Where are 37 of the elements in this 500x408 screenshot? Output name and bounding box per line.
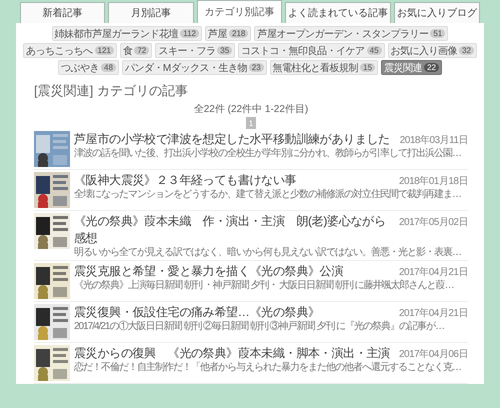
- category-tag[interactable]: つぶやき 48: [58, 60, 119, 75]
- category-tag[interactable]: 姉妹都市芦屋ガーランド花壇 112: [52, 26, 202, 41]
- article-date: 2018年03月11日: [400, 134, 468, 147]
- category-tab[interactable]: 月別記事: [108, 2, 194, 23]
- category-tag[interactable]: 芦屋オープンガーデン・スタンプラリー 51: [254, 26, 448, 41]
- category-tag[interactable]: パンダ・Mダックス・生き物 23: [122, 60, 267, 75]
- category-tag[interactable]: 無電柱化と看板規制 15: [270, 60, 378, 75]
- article-title[interactable]: 《阪神大震災》２３年経っても書けない事: [74, 172, 296, 189]
- category-tab[interactable]: よく読まれている記事: [284, 2, 391, 23]
- article-title[interactable]: 《光の祭典》葭本未織 作・演出・主演 朗(老)婆心ながら感想: [74, 213, 395, 247]
- article-excerpt: 明るいから全てが見える訳ではなく、暗いから何も見えない訳ではない。善悪・光と影・表裏…: [74, 247, 462, 258]
- article-excerpt: 恋だ！不倫だ！自主制作だ！「他者から与えられた暴力をまた他の他者へ還元することなく克…: [74, 362, 462, 374]
- category-tag[interactable]: あっちこっちへ 121: [23, 43, 117, 58]
- article-excerpt: 津波の話を聞いた後、打出浜小学校の全校生が学年別に分かれ、教師らが引率して打出浜公園…: [74, 148, 462, 160]
- category-tag[interactable]: 震災関連 22: [381, 60, 442, 75]
- article-excerpt: 《光の祭典》上演毎日新聞 朝刊 ・神戸新聞 夕刊・ 大阪日日新聞 朝刊 に藤井颯太郎さんと葭…: [74, 280, 455, 292]
- article-date: 2017年04月06日: [399, 348, 468, 362]
- article-date: 2017年04月21日: [399, 266, 468, 280]
- category-tag[interactable]: 芦屋 218: [205, 26, 252, 41]
- article-title[interactable]: 芦屋市の小学校で津波を想定した水平移動訓練がありました: [74, 131, 390, 148]
- category-tag[interactable]: コストコ・無印良品・イケア 45: [238, 43, 385, 58]
- article-title[interactable]: 震災からの復興 《光の祭典》葭本未織・脚本・演出・主演: [74, 345, 390, 362]
- article-excerpt: 2017/4/21の①大阪日日新聞 朝刊 ②毎日新聞 朝刊 ③神戸新聞 夕刊 に『光の祭典』の記事が…: [74, 321, 446, 332]
- article-excerpt: 全壊になったマンションをどうするか、建て替え派と少数の補修派の対立住民間で裁判再建ま…: [74, 189, 462, 200]
- article-title[interactable]: 震災克服と希望・愛と暴力を描く《光の祭典》公演: [74, 263, 344, 280]
- result-count: 全22件 (22件中 1-22件目): [192, 102, 310, 116]
- category-tab[interactable]: 新着記事: [20, 2, 106, 23]
- category-tab[interactable]: お気に入りブログ: [394, 2, 480, 23]
- article-title[interactable]: 震災復興・仮設住宅の痛み希望…《光の祭典》: [74, 304, 320, 322]
- article-date: 2017年04月21日: [399, 307, 468, 320]
- category-tag[interactable]: 食 72: [120, 43, 152, 58]
- article-date: 2017年05月02日: [399, 216, 468, 229]
- category-tab[interactable]: カテゴリ別記事: [196, 0, 282, 23]
- category-tag[interactable]: お気に入り画像 32: [388, 43, 477, 58]
- article-date: 2018年01月18日: [399, 175, 468, 188]
- category-tag[interactable]: スキー・フラ 35: [155, 43, 236, 58]
- category-heading: [震災関連] カテゴリの記事: [34, 82, 189, 100]
